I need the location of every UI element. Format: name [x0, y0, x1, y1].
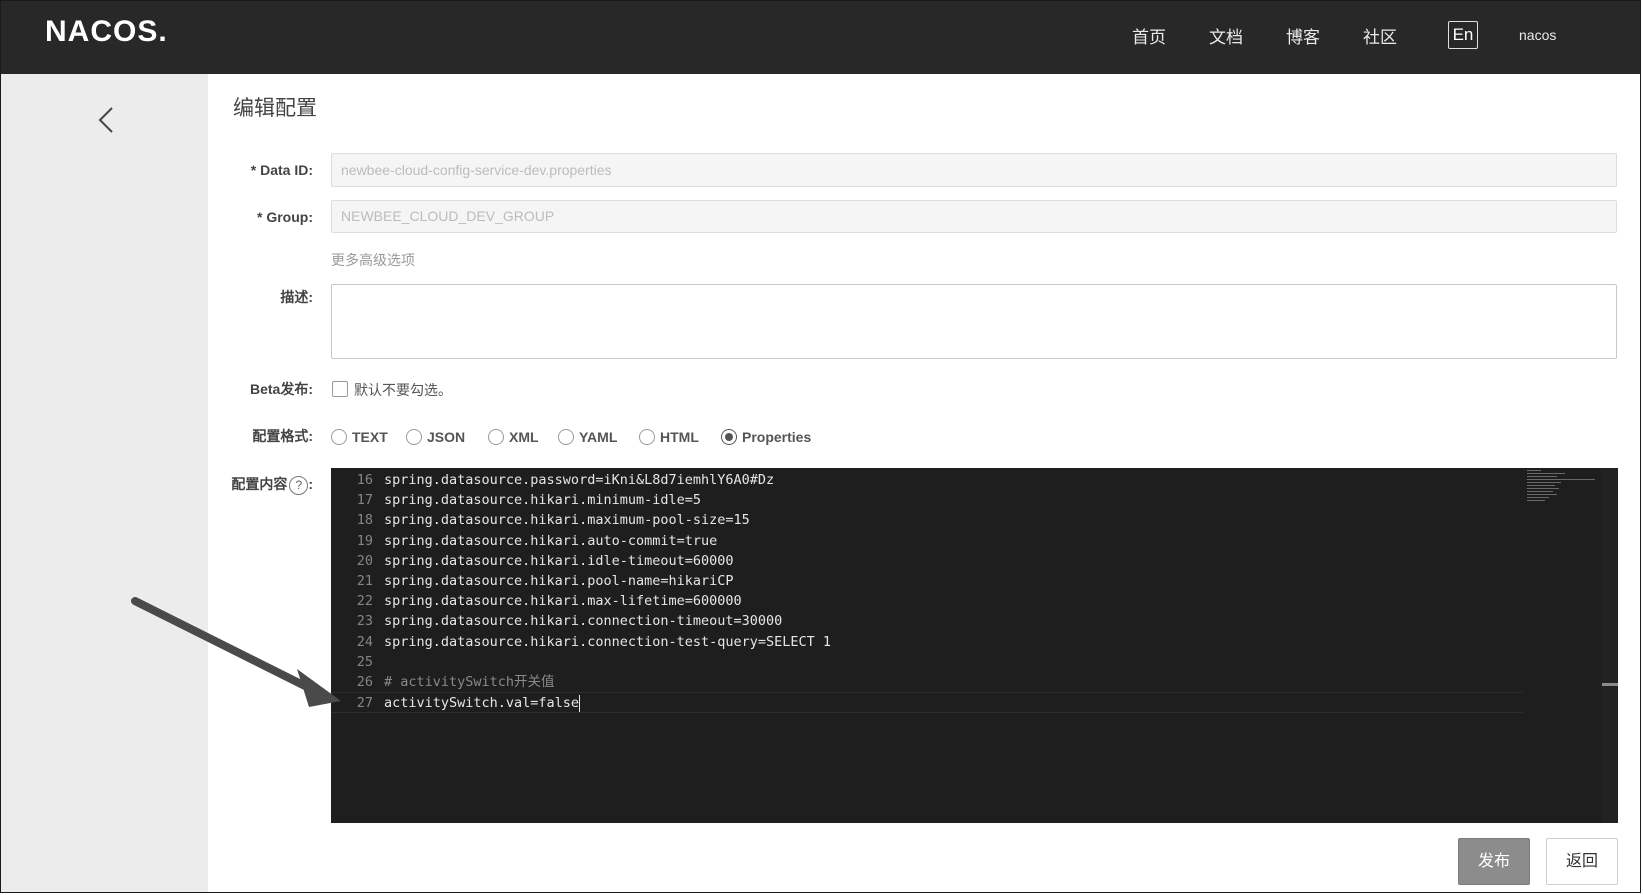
- data-id-label: * Data ID:: [250, 162, 313, 178]
- format-radio-text[interactable]: TEXT: [331, 427, 388, 447]
- radio-circle-icon: [331, 429, 347, 445]
- help-icon[interactable]: ?: [289, 475, 309, 495]
- format-radio-yaml[interactable]: YAML: [558, 427, 617, 447]
- line-text: # activitySwitch开关值: [384, 674, 555, 690]
- scrollbar-thumb[interactable]: [1602, 683, 1618, 686]
- nav-community[interactable]: 社区: [1363, 23, 1397, 48]
- code-line[interactable]: 17 spring.datasource.hikari.minimum-idle=…: [331, 490, 1523, 511]
- line-text: spring.datasource.hikari.max-lifetime=60…: [384, 593, 742, 610]
- text-cursor: [579, 694, 581, 712]
- radio-circle-icon: [488, 429, 504, 445]
- app-window: NACOS. 首页 文档 博客 社区 En nacos 编辑配置 * Data …: [0, 0, 1641, 893]
- left-sidebar: [1, 74, 208, 892]
- format-radio-xml[interactable]: XML: [488, 427, 539, 447]
- radio-label: Properties: [742, 429, 812, 445]
- line-number: 18: [356, 512, 373, 529]
- code-line[interactable]: 24 spring.datasource.hikari.connection-te…: [331, 632, 1523, 653]
- content-label-colon: :: [308, 476, 313, 492]
- line-text: spring.datasource.hikari.connection-test…: [384, 633, 832, 650]
- publish-button[interactable]: 发布: [1458, 838, 1530, 885]
- code-line[interactable]: 19 spring.datasource.hikari.auto-commit=t…: [331, 531, 1523, 552]
- annotation-arrow-icon: [131, 597, 341, 707]
- description-label: 描述:: [280, 289, 313, 305]
- editor-minimap[interactable]: [1527, 468, 1601, 506]
- radio-label: YAML: [579, 429, 618, 445]
- radio-circle-icon: [639, 429, 655, 445]
- line-number: 20: [356, 552, 373, 569]
- code-line[interactable]: 16 spring.datasource.password=iKni&L8d7ie…: [331, 470, 1523, 491]
- line-number: 21: [356, 573, 373, 589]
- code-line[interactable]: 18 spring.datasource.hikari.maximum-pool-…: [331, 510, 1523, 531]
- nav-docs[interactable]: 文档: [1209, 23, 1243, 48]
- editor-scrollbar[interactable]: [1601, 468, 1618, 823]
- radio-label: XML: [509, 429, 539, 445]
- nav-home[interactable]: 首页: [1132, 23, 1166, 48]
- group-label: * Group:: [257, 209, 313, 225]
- code-line[interactable]: 22 spring.datasource.hikari.max-lifetime=…: [331, 591, 1523, 612]
- line-text: spring.datasource.hikari.auto-commit=tru…: [384, 532, 718, 549]
- line-text: spring.datasource.password=iKni&L8d7iemh…: [384, 472, 775, 488]
- beta-label: Beta发布:: [249, 381, 313, 397]
- line-number: 16: [356, 472, 373, 488]
- code-line[interactable]: 21 spring.datasource.hikari.pool-name=hik…: [331, 571, 1523, 592]
- top-navigation-bar: NACOS. 首页 文档 博客 社区 En nacos: [1, 1, 1640, 74]
- advanced-options-link[interactable]: 更多高级选项: [331, 250, 415, 270]
- nav-blog[interactable]: 博客: [1286, 23, 1320, 48]
- code-line[interactable]: 25: [331, 652, 1523, 673]
- content-label: 配置内容?:: [231, 474, 313, 495]
- group-input[interactable]: NEWBEE_CLOUD_DEV_GROUP: [331, 200, 1617, 233]
- line-text: activitySwitch.val=false: [384, 694, 581, 712]
- line-text: spring.datasource.hikari.idle-timeout=60…: [384, 552, 734, 569]
- language-toggle-button[interactable]: En: [1448, 21, 1478, 49]
- page-title: 编辑配置: [233, 97, 317, 120]
- radio-label: HTML: [660, 429, 699, 445]
- code-line[interactable]: 23 spring.datasource.hikari.connection-ti…: [331, 611, 1523, 632]
- radio-circle-icon: [406, 429, 422, 445]
- radio-label: TEXT: [352, 429, 388, 445]
- format-radio-properties[interactable]: Properties: [721, 427, 811, 447]
- back-button[interactable]: 返回: [1546, 838, 1618, 885]
- data-id-input[interactable]: newbee-cloud-config-service-dev.properti…: [331, 153, 1617, 187]
- format-radio-json[interactable]: JSON: [406, 427, 465, 447]
- format-radio-html[interactable]: HTML: [639, 427, 699, 447]
- line-number: 19: [356, 532, 373, 549]
- code-line[interactable]: 26 # activitySwitch开关值: [331, 672, 1523, 693]
- user-menu[interactable]: nacos: [1519, 27, 1556, 43]
- radio-label: JSON: [427, 429, 466, 445]
- line-text: spring.datasource.hikari.maximum-pool-si…: [384, 512, 750, 529]
- format-label: 配置格式:: [252, 428, 313, 444]
- line-number: 17: [356, 492, 373, 509]
- nacos-logo[interactable]: NACOS.: [45, 15, 168, 49]
- radio-checked-icon: [721, 429, 737, 445]
- line-text: spring.datasource.hikari.minimum-idle=5: [384, 492, 701, 509]
- beta-hint: 默认不要勾选。: [354, 382, 452, 398]
- radio-circle-icon: [558, 429, 574, 445]
- description-textarea[interactable]: [331, 284, 1617, 359]
- code-line[interactable]: 27 activitySwitch.val=false: [331, 692, 1523, 714]
- code-editor[interactable]: 16 spring.datasource.password=iKni&L8d7ie…: [331, 468, 1618, 823]
- line-text: spring.datasource.hikari.connection-time…: [384, 613, 783, 630]
- code-line[interactable]: 20 spring.datasource.hikari.idle-timeout=…: [331, 551, 1523, 572]
- line-text: spring.datasource.hikari.pool-name=hikar…: [384, 573, 734, 589]
- beta-checkbox[interactable]: [332, 381, 348, 397]
- content-label-text: 配置内容: [231, 476, 288, 492]
- back-arrow-icon[interactable]: [95, 105, 117, 135]
